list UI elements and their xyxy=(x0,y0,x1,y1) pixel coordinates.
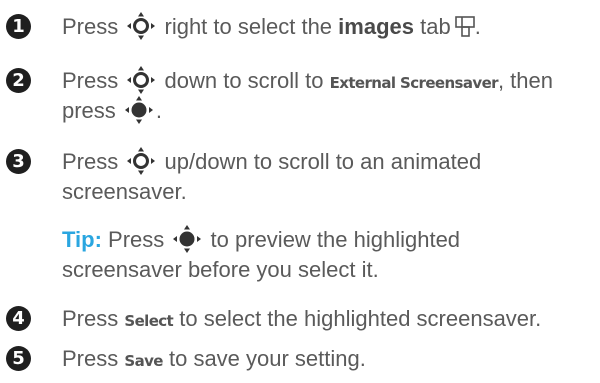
step-1-text-b: right to select the xyxy=(164,14,333,39)
step-2-text-e: press xyxy=(62,98,116,123)
select-key-label: Select xyxy=(124,312,174,330)
navigation-key-icon xyxy=(126,147,156,175)
tip-line-2: screensaver before you select it. xyxy=(62,255,379,285)
step-4-text-a: Press xyxy=(62,306,119,331)
tip-line-1: Tip: Press to preview the highlighted xyxy=(62,225,460,255)
step-number-3: 3 xyxy=(6,149,31,174)
navigation-key-icon xyxy=(126,12,156,40)
step-3-text-line-2: screensaver. xyxy=(62,177,187,207)
step-2-text-b: down to scroll to xyxy=(164,68,324,93)
step-2-text-f: . xyxy=(155,98,163,123)
step-5-text-a: Press xyxy=(62,346,119,371)
tip-text-a: Press xyxy=(108,227,165,252)
images-tab-icon xyxy=(455,16,475,38)
step-1-text-d: tab xyxy=(420,14,451,39)
step-4-text-c: to select the highlighted screensaver. xyxy=(179,306,542,331)
center-select-key-icon xyxy=(124,96,154,124)
step-3-text-line-1: Press up/down to scroll to an animated xyxy=(62,147,481,177)
step-5-text-c: to save your setting. xyxy=(168,346,366,371)
step-number-5: 5 xyxy=(6,346,31,371)
step-4-text: Press Select to select the highlighted s… xyxy=(62,304,541,336)
navigation-key-icon xyxy=(126,66,156,94)
step-3-text-c: screensaver. xyxy=(62,179,187,204)
instruction-page: 1 Press right to select the images tab. … xyxy=(0,0,600,383)
tip-text-b: to preview the highlighted xyxy=(210,227,461,252)
step-1-text-a: Press xyxy=(62,14,119,39)
external-screensaver-option: External Screensaver xyxy=(329,74,499,92)
step-2-text-d: , then xyxy=(497,68,553,93)
step-number-4: 4 xyxy=(6,306,31,331)
center-select-key-icon xyxy=(172,225,202,253)
tip-text-c: screensaver before you select it. xyxy=(62,257,379,282)
step-2-text-line-1: Press down to scroll to External Screens… xyxy=(62,66,553,98)
step-3-text-a: Press xyxy=(62,149,119,174)
images-tab-name: images xyxy=(338,14,414,39)
step-2-text-a: Press xyxy=(62,68,119,93)
step-1-text-e: . xyxy=(474,14,481,39)
step-5-text: Press Save to save your setting. xyxy=(62,344,366,376)
step-1-text: Press right to select the images tab. xyxy=(62,12,481,42)
step-number-2: 2 xyxy=(6,68,31,93)
step-3-text-b: up/down to scroll to an animated xyxy=(164,149,482,174)
step-2-text-line-2: press . xyxy=(62,96,162,126)
step-number-1: 1 xyxy=(6,14,31,39)
tip-label: Tip: xyxy=(62,227,102,252)
save-key-label: Save xyxy=(124,352,163,370)
